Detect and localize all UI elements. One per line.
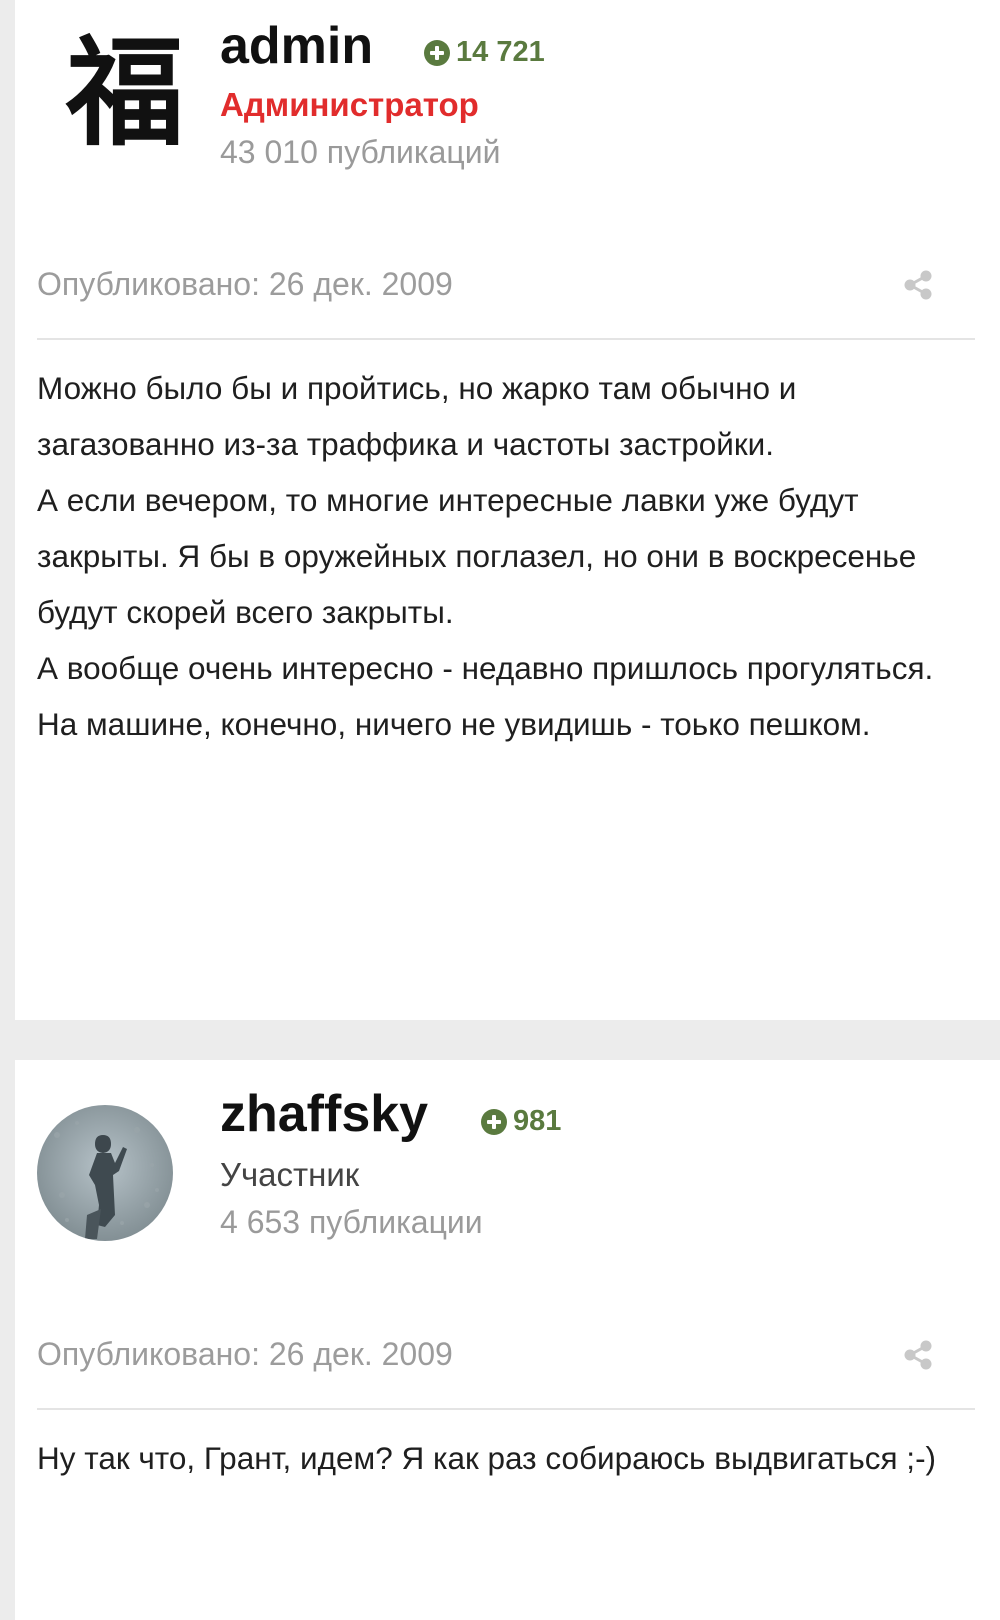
user-role: Администратор [220, 86, 479, 123]
divider [37, 338, 975, 340]
post-paragraph: Ну так что, Грант, идем? Я как раз собир… [37, 1440, 937, 1476]
share-icon[interactable] [901, 268, 935, 302]
post-paragraph: А если вечером, то многие интересные лав… [37, 482, 917, 630]
author-name[interactable]: zhaffsky [220, 1088, 428, 1140]
plus-circle-icon [424, 39, 450, 66]
published-date[interactable]: Опубликовано: 26 дек. 2009 [37, 268, 453, 300]
post-body: Можно было бы и пройтись, но жарко там о… [37, 360, 977, 752]
avatar[interactable] [37, 1105, 173, 1241]
published-date[interactable]: Опубликовано: 26 дек. 2009 [37, 1338, 453, 1370]
reputation-value: 14 721 [456, 36, 545, 68]
author-name[interactable]: admin [220, 20, 373, 72]
avatar[interactable]: 福 [50, 18, 200, 168]
post-zhaffsky: zhaffsky 981 Участник 4 653 публикации О… [15, 1060, 1000, 1620]
reputation-badge: 14 721 [424, 38, 545, 67]
reputation-value: 981 [513, 1105, 562, 1137]
user-role: Участник [220, 1156, 360, 1193]
plus-circle-icon [481, 1108, 507, 1135]
post-body: Ну так что, Грант, идем? Я как раз собир… [37, 1430, 977, 1486]
post-count: 4 653 публикации [220, 1204, 483, 1240]
post-paragraph: На машине, конечно, ничего не увидишь - … [37, 706, 871, 742]
post-admin: 福 admin 14 721 Администратор 43 010 публ… [15, 0, 1000, 1020]
divider [37, 1408, 975, 1410]
post-paragraph: Можно было бы и пройтись, но жарко там о… [37, 370, 797, 462]
post-count: 43 010 публикаций [220, 134, 501, 170]
share-icon[interactable] [901, 1338, 935, 1372]
reputation-badge: 981 [481, 1107, 561, 1136]
post-paragraph: А вообще очень интересно - недавно пришл… [37, 650, 934, 686]
